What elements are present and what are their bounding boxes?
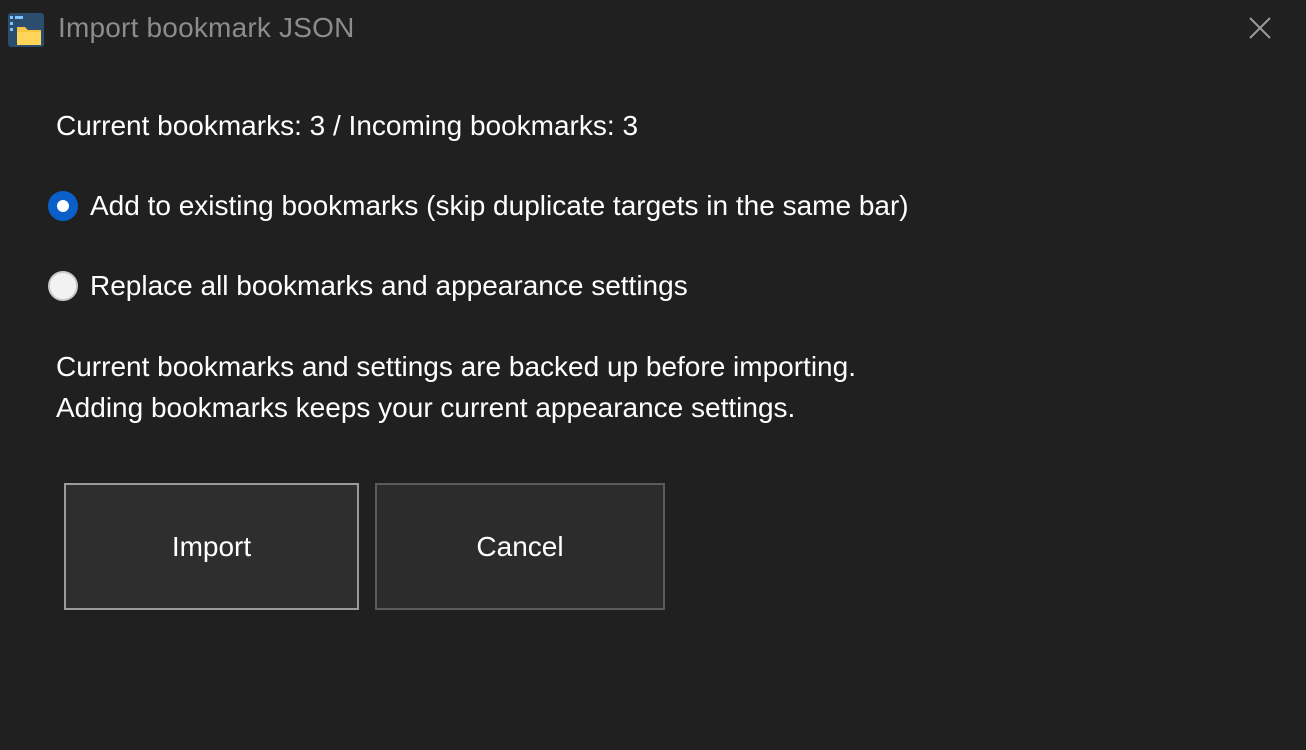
add-to-existing-label[interactable]: Add to existing bookmarks (skip duplicat… <box>90 190 909 222</box>
replace-all-label[interactable]: Replace all bookmarks and appearance set… <box>90 270 688 302</box>
radio-button-selected[interactable] <box>48 191 78 221</box>
cancel-button[interactable]: Cancel <box>375 483 665 610</box>
import-button[interactable]: Import <box>64 483 359 610</box>
folder-app-icon <box>8 13 44 47</box>
close-icon <box>1248 16 1272 45</box>
bookmark-count-summary: Current bookmarks: 3 / Incoming bookmark… <box>56 110 639 141</box>
import-bookmark-dialog: Import bookmark JSON Current bookmarks: … <box>0 0 1306 750</box>
appearance-note: Adding bookmarks keeps your current appe… <box>56 392 796 423</box>
title-bar[interactable]: Import bookmark JSON <box>0 0 1306 60</box>
window-title: Import bookmark JSON <box>58 12 355 43</box>
replace-all-option[interactable]: Replace all bookmarks and appearance set… <box>48 270 688 302</box>
close-button[interactable] <box>1214 0 1306 60</box>
radio-button-unselected[interactable] <box>48 271 78 301</box>
add-to-existing-option[interactable]: Add to existing bookmarks (skip duplicat… <box>48 190 909 222</box>
backup-note: Current bookmarks and settings are backe… <box>56 351 856 382</box>
dialog-content: Current bookmarks: 3 / Incoming bookmark… <box>2 60 1304 748</box>
